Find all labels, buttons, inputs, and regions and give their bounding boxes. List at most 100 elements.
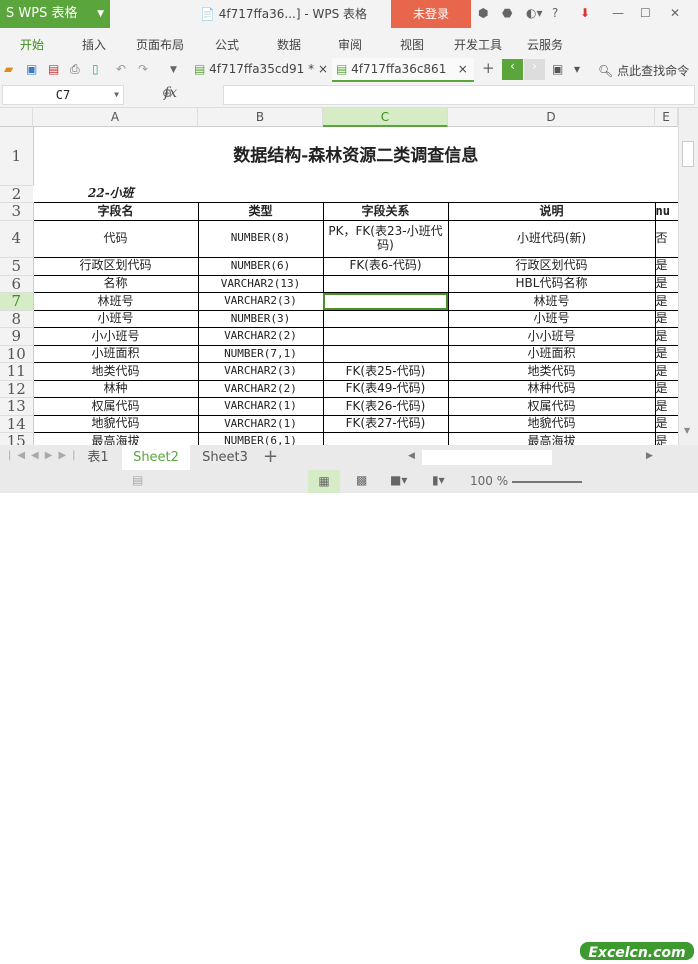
cell-type[interactable]: VARCHAR2(3) [197,292,324,311]
cell-field-name[interactable]: 小班号 [32,309,199,328]
cell-relation[interactable]: FK(表25-代码) [322,362,449,381]
cell-type[interactable]: NUMBER(6,1) [197,432,324,445]
page-break-view-icon[interactable]: ▩ [356,473,367,487]
undo-icon[interactable]: ↶ [116,62,126,76]
table-subtitle[interactable]: 22-小班 [33,185,198,203]
cell-nullable[interactable]: 是 [654,256,678,276]
cell-field-name[interactable]: 权属代码 [32,397,199,416]
cell-type[interactable]: VARCHAR2(3) [197,362,324,381]
header-field-name[interactable]: 字段名 [32,202,199,221]
cell-relation[interactable] [322,274,449,293]
row-header[interactable]: 5 [0,257,34,276]
cell-field-name[interactable]: 名称 [32,274,199,293]
cell-description[interactable]: 林班号 [447,292,656,311]
menu-formulas[interactable]: 公式 [215,36,239,53]
column-header-e[interactable]: E [655,108,678,127]
column-header-b[interactable]: B [198,108,323,127]
cell-nullable[interactable]: 是 [654,432,678,445]
row-header[interactable]: 2 [0,185,33,203]
cell-type[interactable]: NUMBER(3) [197,309,324,328]
cell-description[interactable]: 小班代码(新) [447,219,656,258]
cell-nullable[interactable]: 是 [654,292,678,311]
cell-description[interactable]: 林种代码 [447,379,656,398]
name-box[interactable]: C7 ▼ [2,85,124,105]
new-tab-button[interactable]: + [482,59,495,77]
cell-nullable[interactable]: 是 [654,274,678,293]
column-header-a[interactable]: A [33,108,198,127]
row-header[interactable]: 14 [0,415,34,433]
select-all-corner[interactable] [0,108,33,127]
close-tab-icon[interactable]: × [318,62,328,76]
cell-type[interactable]: NUMBER(6) [197,256,324,276]
menu-insert[interactable]: 插入 [82,36,106,53]
sheet-tab-1[interactable]: 表1 [75,445,121,470]
cell-field-name[interactable]: 地类代码 [32,362,199,381]
cell-type[interactable]: VARCHAR2(1) [197,414,324,433]
sheet-tab-sheet2-active[interactable]: Sheet2 [122,445,190,470]
zoom-slider[interactable] [512,481,582,483]
login-button[interactable]: 未登录 [391,0,471,28]
download-icon[interactable]: ⬇ [580,6,590,20]
cell-type[interactable]: VARCHAR2(2) [197,327,324,346]
cell-description[interactable]: 小小班号 [447,327,656,346]
row-header[interactable]: 9 [0,327,34,346]
row-header[interactable]: 6 [0,275,34,293]
cell-nullable[interactable]: 是 [654,397,678,416]
cell-relation[interactable] [322,309,449,328]
open-icon[interactable]: ▰ [4,62,13,76]
minimize-icon[interactable]: — [612,6,624,20]
cell-nullable[interactable]: 是 [654,327,678,346]
cell-relation[interactable] [322,344,449,363]
cell-description[interactable]: 最高海拔 [447,432,656,445]
close-icon[interactable]: ✕ [670,6,680,20]
menu-cloud[interactable]: 云服务 [527,36,563,53]
cell-type[interactable]: NUMBER(7,1) [197,344,324,363]
normal-view-icon[interactable]: ▦ [308,470,340,493]
reading-mode-icon[interactable]: ■▾ [390,473,407,487]
row-header[interactable]: 4 [0,220,34,258]
column-header-d[interactable]: D [448,108,655,127]
cell-relation[interactable]: FK(表6-代码) [322,256,449,276]
doc-tab-2-active[interactable]: ▤ 4f717ffa36c861 × [332,58,474,82]
macro-icon[interactable]: ▤ [132,473,143,487]
print-preview-icon[interactable]: ▯ [92,62,99,76]
doc-tab-1[interactable]: ▤ 4f717ffa35cd91 * × [190,58,330,82]
cell-field-name[interactable]: 最高海拔 [32,432,199,445]
menu-home[interactable]: 开始 [20,36,44,53]
row-header[interactable]: 15 [0,432,34,445]
row-header[interactable]: 7 [0,292,34,311]
tab-scroll-right-button[interactable]: › [524,59,545,80]
scroll-down-icon[interactable]: ▼ [684,426,690,435]
cell-type[interactable]: VARCHAR2(1) [197,397,324,416]
cell-relation[interactable]: FK(表27-代码) [322,414,449,433]
column-header-c[interactable]: C [323,108,448,127]
cell-nullable[interactable]: 是 [654,414,678,433]
cell-description[interactable]: 行政区划代码 [447,256,656,276]
cell-description[interactable]: HBL代码名称 [447,274,656,293]
cell-nullable[interactable]: 是 [654,344,678,363]
cell[interactable] [323,185,448,203]
menu-developer[interactable]: 开发工具 [454,36,502,53]
header-description[interactable]: 说明 [447,202,656,221]
cell-relation[interactable]: PK，FK(表23-小班代码) [322,219,449,258]
cell-type[interactable]: VARCHAR2(13) [197,274,324,293]
cell-field-name[interactable]: 小小班号 [32,327,199,346]
row-header[interactable]: 11 [0,362,34,381]
cell-relation[interactable] [322,292,449,311]
add-sheet-button[interactable]: + [263,446,278,467]
print-icon[interactable]: ⎙ [70,62,80,77]
cell-description[interactable]: 权属代码 [447,397,656,416]
cell-field-name[interactable]: 小班面积 [32,344,199,363]
cell-type[interactable]: NUMBER(8) [197,219,324,258]
sheet-title[interactable]: 数据结构-森林资源二类调查信息 [33,127,678,185]
row-header[interactable]: 1 [0,127,34,186]
cell-field-name[interactable]: 地貌代码 [32,414,199,433]
cell-description[interactable]: 小班号 [447,309,656,328]
skin-icon[interactable]: ⬢ [478,6,488,20]
menu-page-layout[interactable]: 页面布局 [136,36,184,53]
formula-input[interactable] [223,85,695,105]
save-icon[interactable]: ▣ [26,62,37,76]
scrollbar-thumb[interactable] [682,141,694,167]
cell-nullable[interactable]: 是 [654,362,678,381]
cell-field-name[interactable]: 林班号 [32,292,199,311]
